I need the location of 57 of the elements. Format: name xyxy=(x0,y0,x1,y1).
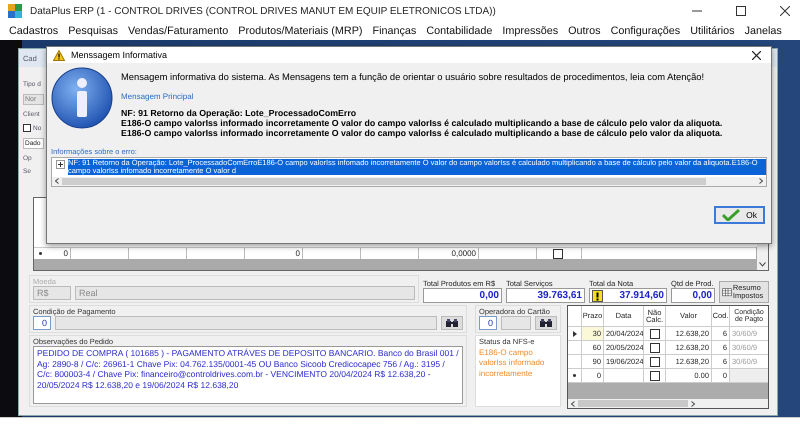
close-icon[interactable] xyxy=(752,50,761,60)
notes-field[interactable]: PEDIDO DE COMPRA ( 101685 ) - PAGAMENTO ATRÁVES DE DEPOSITO BANCARIO. Banco do Brasil 001 / Ag: 2890-8 / C/c: 26961-1 Chave Pix: 04.762.135/0001-45 OU Banco Sicoob Credicocapec 756 / Ag.: 3195 / C/c: 800003-4 / Chave Pix: financeiro@controldrives.com.br - VENCIMENTO 20/04/2024 R$ 12.638,20 - 20/05/2024 R$ 12.638,20 e 19/06/2024 R$ 12.638,20 xyxy=(33,346,463,404)
menu-item[interactable]: Finanças xyxy=(368,25,422,37)
checkbox[interactable] xyxy=(650,328,660,338)
info-icon xyxy=(51,67,113,129)
table-cell: 0 xyxy=(49,248,71,259)
input-field[interactable] xyxy=(501,316,531,330)
table-cell: 0 xyxy=(245,248,303,259)
lookup-button[interactable] xyxy=(535,316,557,330)
menu-item[interactable]: Impressões xyxy=(497,25,564,37)
expand-icon[interactable] xyxy=(56,160,65,169)
input-field[interactable]: 0 xyxy=(33,316,51,330)
menu-item[interactable]: Pesquisas xyxy=(63,25,124,37)
error-message: E186-O campo valorIss informado incorretamente O valor do campo valorIss é calculado multiplicando a base de cálculo pelo valor da aliquota. xyxy=(121,118,722,129)
status-message: E186-O campo valorIss informado incorretamente xyxy=(479,348,546,380)
menu-item[interactable]: Produtos/Materiais (MRP) xyxy=(233,25,368,37)
window-title: DataPlus ERP (1 - CONTROL DRIVES (CONTROL DRIVES MANUT EM EQUIP ELETRONICOS LTDA)) xyxy=(30,6,496,16)
app-logo-icon xyxy=(8,4,22,18)
horizontal-scrollbar[interactable] xyxy=(568,399,768,408)
error-message: NF: 91 Retorno da Operação: Lote_ProcessadoComErro xyxy=(121,109,358,119)
maximize-icon[interactable] xyxy=(736,6,746,16)
horizontal-scrollbar[interactable] xyxy=(52,176,766,186)
warning-icon xyxy=(592,290,603,302)
input-field[interactable]: 0 xyxy=(479,316,497,330)
checkmark-icon xyxy=(722,208,740,221)
checkbox[interactable] xyxy=(650,370,660,380)
ok-button[interactable]: Ok xyxy=(714,206,765,224)
menu-item[interactable]: Utilitários xyxy=(685,25,740,37)
new-row-icon xyxy=(38,251,43,256)
total-value: 37.914,60 xyxy=(620,290,664,301)
intro-text: Mensagem informativa do sistema. As Mensagens tem a função de orientar o usuário sobre resultados de procedimentos, leia com Atenção! xyxy=(121,71,706,82)
dialog-title: Menssagem Informativa xyxy=(71,50,168,60)
menu-item[interactable]: Vendas/Faturamento xyxy=(123,25,234,37)
total-value: 39.763,61 xyxy=(538,290,582,301)
checkbox[interactable] xyxy=(650,356,660,366)
table-cell: 0,0000 xyxy=(419,248,479,259)
input-field[interactable] xyxy=(55,316,437,330)
binoculars-icon xyxy=(445,318,459,328)
binoculars-icon xyxy=(539,318,553,328)
menu-item[interactable]: Configurações xyxy=(606,25,686,37)
checkbox[interactable] xyxy=(650,342,660,352)
current-row-icon xyxy=(572,330,576,336)
total-value: 0,00 xyxy=(692,290,712,301)
checkbox[interactable] xyxy=(553,248,563,258)
menu-item[interactable]: Janelas xyxy=(740,25,787,37)
error-message: E186-O campo valorIss informado incorretamente O valor do campo valorIss é calculado multiplicando a base de cálculo pelo valor da aliquota. xyxy=(121,128,722,139)
menu-item[interactable]: Cadastros xyxy=(4,25,64,37)
lookup-button[interactable] xyxy=(441,316,463,330)
warning-icon xyxy=(53,50,65,60)
close-icon[interactable] xyxy=(780,6,790,16)
menu-item[interactable]: Outros xyxy=(563,25,606,37)
checkbox[interactable] xyxy=(23,124,31,132)
total-value: 0,00 xyxy=(480,290,499,301)
table-cell xyxy=(730,369,768,382)
new-row-icon xyxy=(572,373,577,378)
menu-item[interactable]: Contabilidade xyxy=(421,25,498,37)
section-label: Mensagem Principal xyxy=(121,92,194,101)
